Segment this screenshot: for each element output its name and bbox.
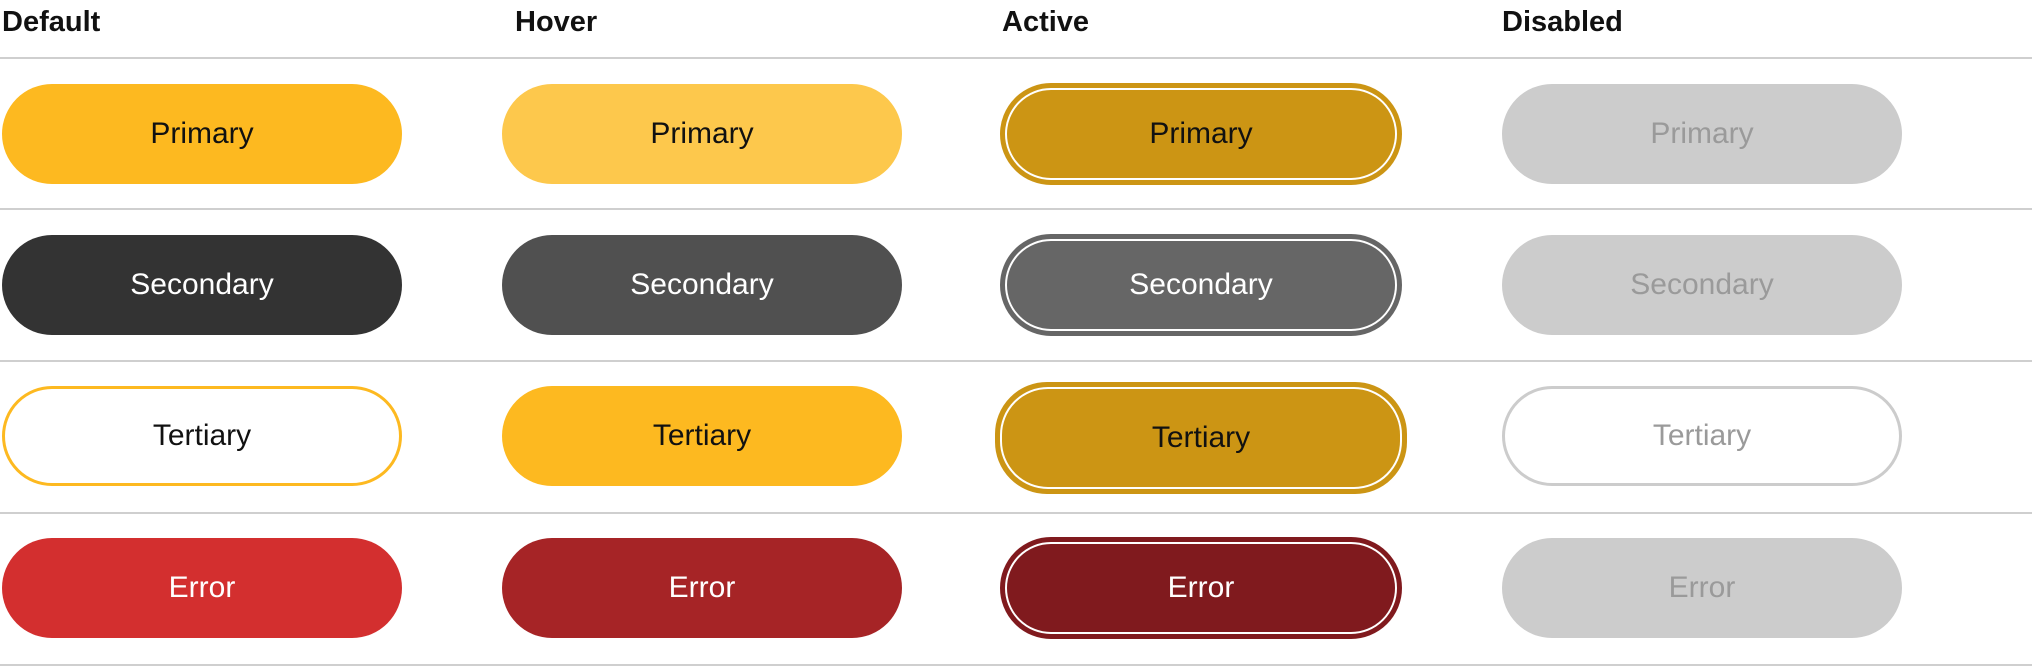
button-label: Error [668, 571, 736, 604]
primary-button-hover[interactable]: Primary [502, 84, 902, 184]
button-label: Error [1668, 571, 1736, 604]
secondary-button-hover[interactable]: Secondary [502, 235, 902, 335]
button-label: Secondary [630, 268, 774, 301]
error-button-disabled: Error [1502, 538, 1902, 638]
error-button-active[interactable]: Error [1000, 537, 1402, 639]
tertiary-button-active[interactable]: Tertiary [995, 382, 1407, 494]
button-label: Error [168, 571, 236, 604]
row-divider [0, 208, 2032, 210]
button-label: Tertiary [152, 419, 252, 452]
column-header-active: Active [1002, 6, 1090, 38]
column-header-hover: Hover [515, 6, 598, 38]
button-label: Secondary [1129, 268, 1273, 301]
row-divider [0, 664, 2032, 666]
header-divider [0, 57, 2032, 59]
secondary-button-default[interactable]: Secondary [2, 235, 402, 335]
button-label: Primary [650, 117, 754, 150]
button-label: Tertiary [1652, 419, 1752, 452]
secondary-button-active[interactable]: Secondary [1000, 234, 1402, 336]
primary-button-disabled: Primary [1502, 84, 1902, 184]
row-divider [0, 512, 2032, 514]
column-header-default: Default [2, 6, 101, 38]
primary-button-active[interactable]: Primary [1000, 83, 1402, 185]
row-divider [0, 360, 2032, 362]
column-header-disabled: Disabled [1502, 6, 1623, 38]
tertiary-button-hover[interactable]: Tertiary [502, 386, 902, 486]
error-button-hover[interactable]: Error [502, 538, 902, 638]
tertiary-button-disabled: Tertiary [1502, 386, 1902, 486]
button-label: Tertiary [1151, 421, 1251, 454]
button-label: Primary [1149, 117, 1253, 150]
button-label: Primary [150, 117, 254, 150]
secondary-button-disabled: Secondary [1502, 235, 1902, 335]
button-states-sheet: Default Hover Active Disabled Primary Pr… [0, 0, 2032, 668]
button-label: Secondary [130, 268, 274, 301]
tertiary-button-default[interactable]: Tertiary [2, 386, 402, 486]
button-label: Error [1167, 571, 1235, 604]
button-label: Tertiary [652, 419, 752, 452]
primary-button-default[interactable]: Primary [2, 84, 402, 184]
button-label: Secondary [1630, 268, 1774, 301]
error-button-default[interactable]: Error [2, 538, 402, 638]
button-label: Primary [1650, 117, 1754, 150]
